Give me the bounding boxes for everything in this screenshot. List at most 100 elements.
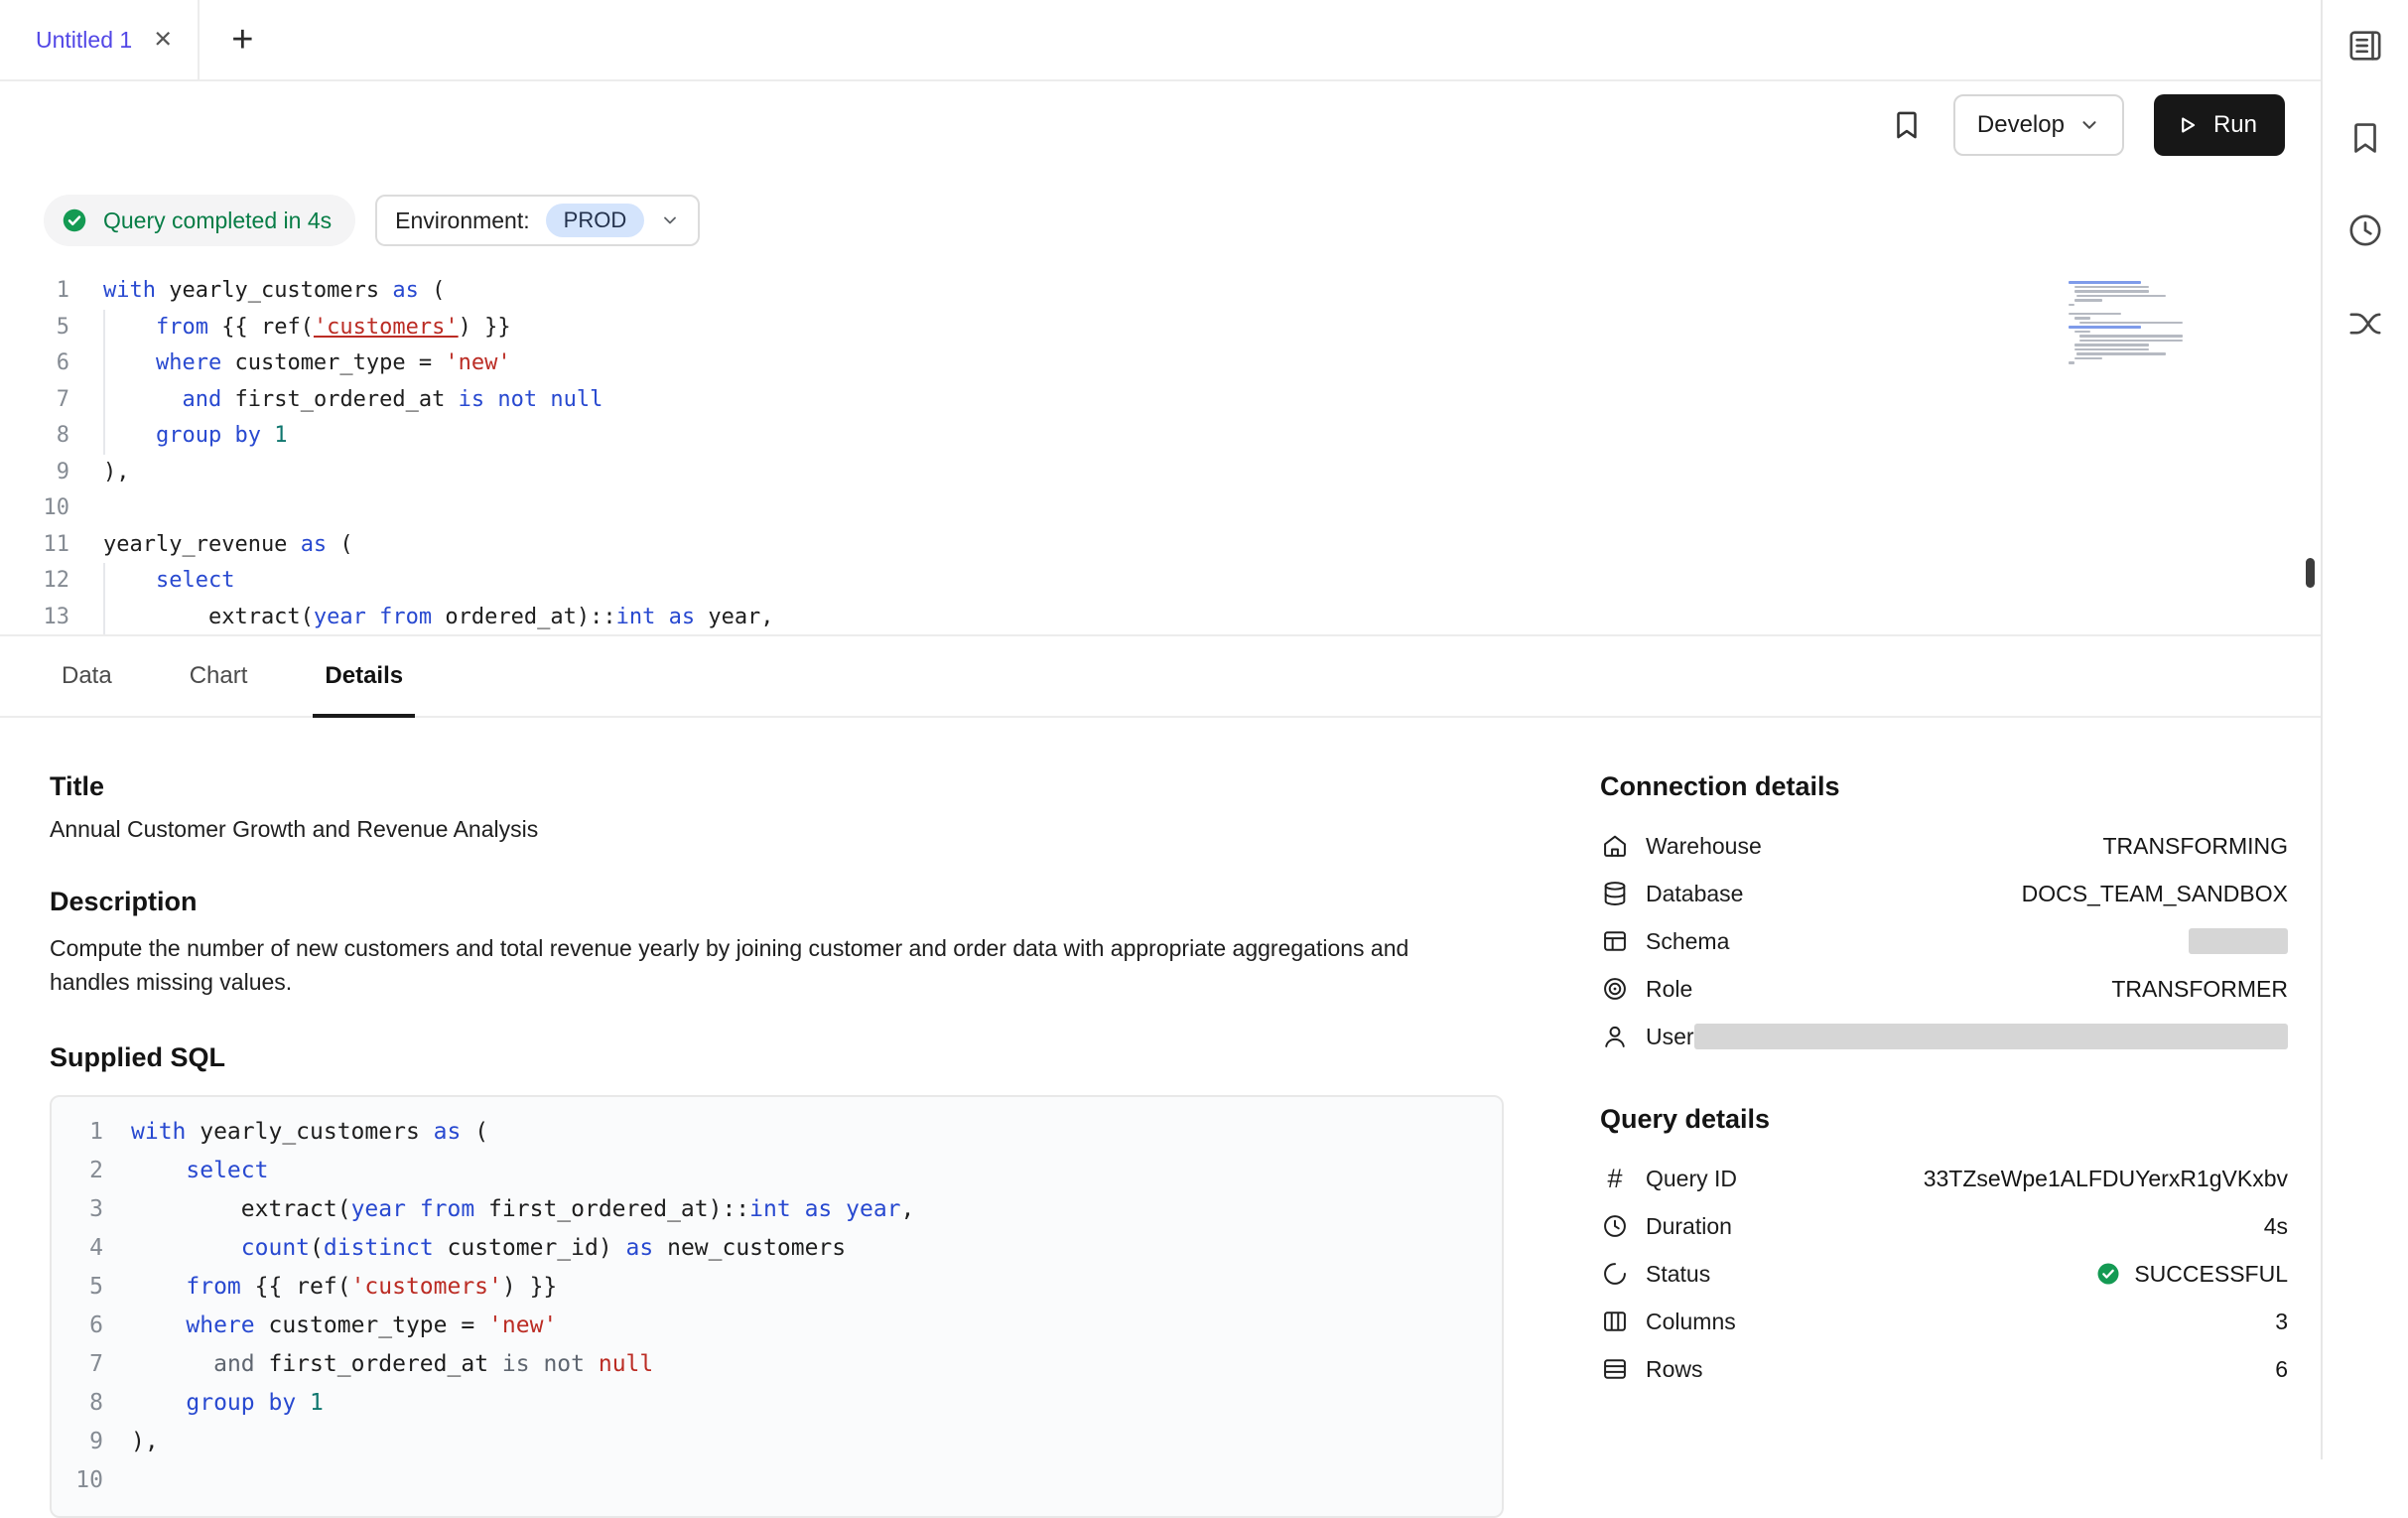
code-line: 8 group by 1 <box>0 418 2321 455</box>
tab-title: Untitled 1 <box>36 27 132 54</box>
query-details-rows: # Query ID 33TZseWpe1ALFDUYerxR1gVKxbv D… <box>1600 1155 2288 1393</box>
query-row-label: Rows <box>1646 1356 1703 1383</box>
connection-row-label: Database <box>1646 881 1743 907</box>
details-sidebar: Connection details Warehouse TRANSFORMIN… <box>1600 718 2321 1459</box>
query-row-value: 3 <box>2275 1309 2288 1335</box>
code-line: 3 extract(year from first_ordered_at)::i… <box>52 1190 1502 1229</box>
code-line: 5 from {{ ref('customers') }} <box>52 1268 1502 1307</box>
tab-data[interactable]: Data <box>50 636 124 716</box>
details-main: Title Annual Customer Growth and Revenue… <box>0 718 1600 1459</box>
query-row-rows: Rows 6 <box>1600 1345 2288 1393</box>
chevron-down-icon <box>2078 114 2100 136</box>
main-column: Untitled 1 × + Develop Run Query com <box>0 0 2321 1459</box>
code-text: select <box>103 563 234 600</box>
code-line: 1 with yearly_customers as ( <box>52 1113 1502 1152</box>
line-number: 3 <box>52 1190 103 1229</box>
toolbar: Develop Run <box>0 81 2321 169</box>
line-number: 12 <box>0 563 69 600</box>
connection-row-user: User <box>1600 1013 2288 1060</box>
chevron-down-icon <box>660 210 680 230</box>
code-text: where customer_type = 'new' <box>131 1307 557 1345</box>
check-circle-icon <box>2094 1260 2122 1288</box>
minimap-line <box>2069 361 2074 364</box>
code-line: 11yearly_revenue as ( <box>0 527 2321 564</box>
line-number: 8 <box>0 418 69 455</box>
environment-label: Environment: <box>395 207 530 234</box>
query-row-value: 6 <box>2275 1356 2288 1383</box>
connection-row-label: Role <box>1646 976 1692 1003</box>
history-icon[interactable] <box>2345 210 2385 250</box>
line-number: 7 <box>52 1345 103 1384</box>
line-number: 9 <box>52 1423 103 1461</box>
minimap-line <box>2069 326 2141 329</box>
code-line: 6 where customer_type = 'new' <box>52 1307 1502 1345</box>
code-line: 8 group by 1 <box>52 1384 1502 1423</box>
tab-details[interactable]: Details <box>313 636 415 716</box>
connection-row-value: TRANSFORMING <box>2102 833 2288 860</box>
connection-row-value: DOCS_TEAM_SANDBOX <box>2022 881 2288 907</box>
code-text: select <box>131 1152 268 1190</box>
supplied-sql-heading: Supplied SQL <box>50 1042 1560 1073</box>
bookmark-icon[interactable] <box>2346 119 2384 157</box>
code-line: 7 and first_ordered_at is not null <box>0 382 2321 419</box>
rows-icon <box>1600 1354 1630 1384</box>
code-text: extract(year from first_ordered_at)::int… <box>131 1190 914 1229</box>
minimap-line <box>2069 313 2121 316</box>
code-text: extract(year from ordered_at)::int as ye… <box>103 600 774 636</box>
minimap-line <box>2074 348 2150 351</box>
code-line: 10 <box>52 1461 1502 1500</box>
editor-minimap[interactable] <box>2065 276 2184 373</box>
code-line: 6 where customer_type = 'new' <box>0 345 2321 382</box>
connection-row-database: Database DOCS_TEAM_SANDBOX <box>1600 870 2288 917</box>
code-text: yearly_revenue as ( <box>103 527 353 564</box>
run-button[interactable]: Run <box>2154 94 2285 156</box>
status-bar: Query completed in 4s Environment: PROD <box>0 169 2321 268</box>
tab-untitled-1[interactable]: Untitled 1 × <box>0 0 200 79</box>
code-text: group by 1 <box>103 418 287 455</box>
close-icon[interactable]: × <box>154 23 172 54</box>
line-number: 1 <box>52 1113 103 1152</box>
line-number: 5 <box>0 310 69 346</box>
user-icon <box>1600 1022 1630 1051</box>
code-line: 9), <box>0 455 2321 491</box>
connection-row-label: User <box>1646 1024 1694 1050</box>
query-row-label: Status <box>1646 1261 1710 1288</box>
sql-editor[interactable]: 1with yearly_customers as (5 from {{ ref… <box>0 268 2321 636</box>
code-text: group by 1 <box>131 1384 324 1423</box>
line-number: 13 <box>0 600 69 636</box>
tab-chart[interactable]: Chart <box>178 636 260 716</box>
indent-guide <box>103 563 105 635</box>
minimap-line <box>2074 317 2091 320</box>
right-icon-rail <box>2321 0 2408 1459</box>
code-text: ), <box>103 455 130 491</box>
play-icon <box>2174 112 2200 138</box>
line-number: 5 <box>52 1268 103 1307</box>
query-status-value: SUCCESSFUL <box>2094 1260 2288 1288</box>
code-text: where customer_type = 'new' <box>103 345 511 382</box>
columns-icon <box>1600 1307 1630 1336</box>
minimap-line <box>2069 304 2074 307</box>
connection-row-value: TRANSFORMER <box>2111 976 2288 1003</box>
query-row-duration: Duration 4s <box>1600 1202 2288 1250</box>
query-row-status: Status SUCCESSFUL <box>1600 1250 2288 1298</box>
bookmark-icon[interactable] <box>1890 108 1924 142</box>
environment-selector[interactable]: Environment: PROD <box>375 195 700 246</box>
line-number: 8 <box>52 1384 103 1423</box>
connection-details-heading: Connection details <box>1600 771 2288 802</box>
query-details-heading: Query details <box>1600 1104 2288 1135</box>
line-number: 6 <box>52 1307 103 1345</box>
panel-list-icon[interactable] <box>2345 26 2385 66</box>
minimap-line <box>2074 299 2102 302</box>
line-number: 4 <box>52 1229 103 1268</box>
query-row-id: # Query ID 33TZseWpe1ALFDUYerxR1gVKxbv <box>1600 1155 2288 1202</box>
line-number: 10 <box>52 1461 103 1500</box>
new-tab-button[interactable]: + <box>200 0 285 79</box>
develop-button[interactable]: Develop <box>1953 94 2124 156</box>
editor-scrollbar[interactable] <box>2306 558 2315 588</box>
code-text: with yearly_customers as ( <box>131 1113 488 1152</box>
query-row-columns: Columns 3 <box>1600 1298 2288 1345</box>
code-line: 5 from {{ ref('customers') }} <box>0 310 2321 346</box>
line-number: 2 <box>52 1152 103 1190</box>
indent-guide <box>103 310 105 455</box>
lineage-icon[interactable] <box>2345 304 2385 344</box>
